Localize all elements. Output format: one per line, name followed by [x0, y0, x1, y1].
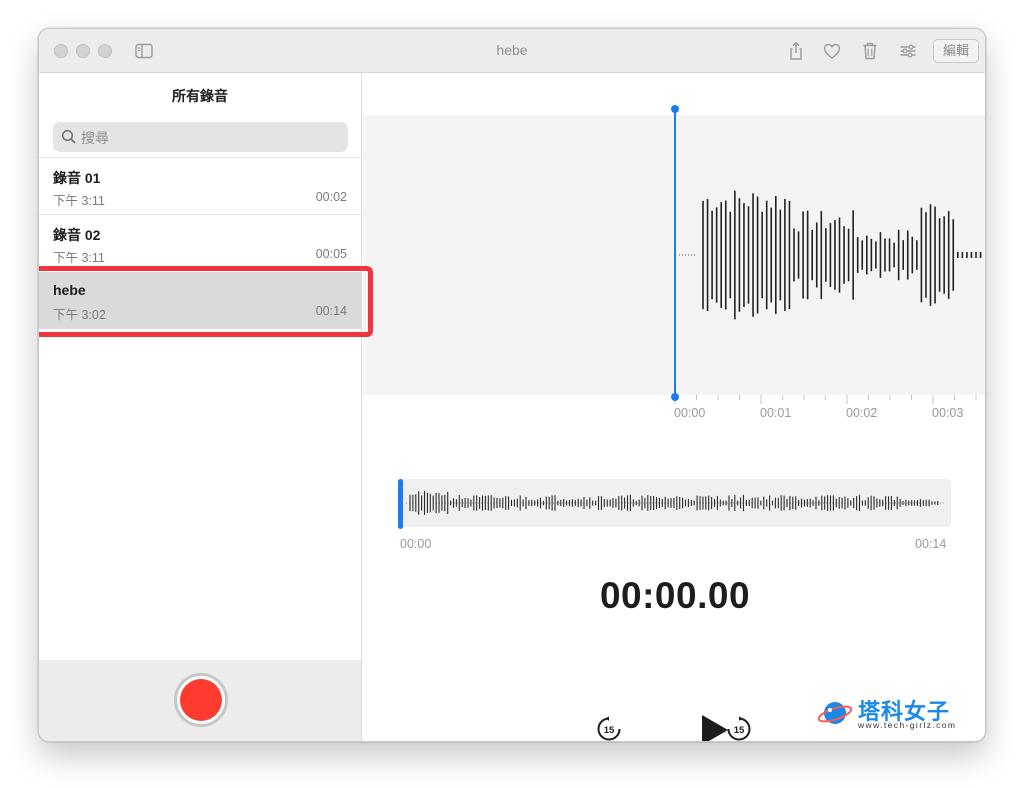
player-panel: 00:00 00:01 00:02 00:03 00:00 00:14 00:0… — [363, 73, 985, 742]
skip-forward-15-icon[interactable]: 15 — [726, 716, 752, 742]
watermark-url: www.tech-girlz.com — [858, 720, 957, 730]
trash-icon[interactable] — [859, 40, 881, 62]
title-bar: hebe 編輯 — [39, 29, 985, 73]
overview-end-time: 00:14 — [915, 537, 947, 551]
waveform-overview-graph — [406, 491, 946, 515]
voice-memos-window: hebe 編輯 所有錄音 搜尋 錄音 01 下午 3:11 00:02 錄音 0… — [38, 28, 986, 742]
overview-playhead[interactable] — [398, 479, 403, 529]
current-time-display: 00:00.00 — [599, 575, 751, 616]
skip-back-seconds: 15 — [604, 725, 615, 736]
timeline-tick-label: 00:03 — [932, 406, 964, 420]
recording-time: 下午 3:11 — [53, 251, 105, 265]
search-icon — [61, 129, 76, 144]
skip-back-15-icon[interactable]: 15 — [596, 716, 622, 742]
waveform-overview[interactable] — [398, 479, 951, 529]
waveform-detail-graph — [674, 115, 982, 395]
annotation-highlight-box — [39, 266, 373, 337]
share-icon[interactable] — [785, 40, 807, 62]
overview-start-time: 00:00 — [400, 537, 432, 551]
recording-time: 下午 3:11 — [53, 194, 105, 208]
heart-icon[interactable] — [821, 40, 843, 62]
recording-duration: 00:02 — [315, 190, 347, 204]
timeline-tick-label: 00:01 — [760, 406, 792, 420]
recording-name: 錄音 02 — [53, 227, 101, 243]
skip-forward-seconds: 15 — [734, 725, 745, 736]
timeline-tick-label: 00:02 — [846, 406, 878, 420]
sidebar-title: 所有錄音 — [172, 88, 228, 104]
waveform-detail[interactable] — [363, 115, 985, 395]
sliders-icon[interactable] — [897, 40, 919, 62]
playhead-top-handle — [671, 105, 679, 113]
recording-name: 錄音 01 — [53, 170, 101, 186]
timeline-tick-label: 00:00 — [674, 406, 706, 420]
record-bar — [39, 660, 361, 741]
record-button[interactable] — [174, 673, 228, 727]
record-dot-icon — [180, 679, 222, 721]
edit-button[interactable]: 編輯 — [933, 39, 979, 63]
window-title: hebe — [496, 42, 528, 58]
search-placeholder: 搜尋 — [81, 130, 109, 146]
recording-item[interactable]: 錄音 02 下午 3:11 00:05 — [39, 214, 361, 271]
recording-item[interactable]: 錄音 01 下午 3:11 00:02 — [39, 157, 361, 214]
watermark: 塔科女子 www.tech-girlz.com — [818, 694, 968, 734]
recording-duration: 00:05 — [315, 247, 347, 261]
search-field[interactable]: 搜尋 — [53, 122, 348, 152]
planet-logo-icon — [818, 702, 853, 724]
sidebar: 所有錄音 搜尋 錄音 01 下午 3:11 00:02 錄音 02 下午 3:1… — [39, 73, 362, 741]
